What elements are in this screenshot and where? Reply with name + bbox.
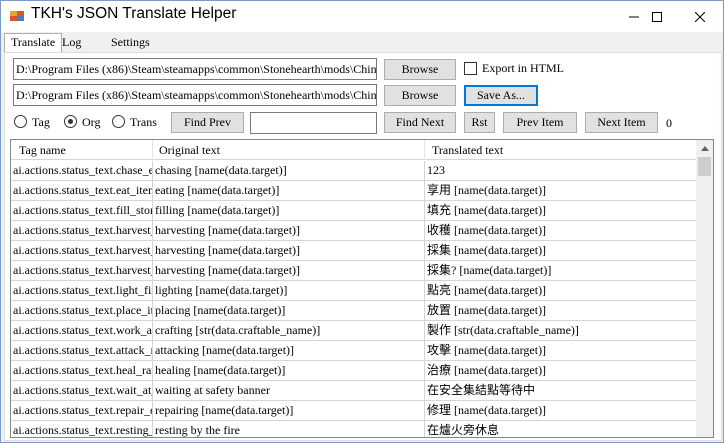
table-row[interactable]: ai.actions.status_text.eat_item eating [n…: [11, 181, 697, 201]
cell-tag-name[interactable]: ai.actions.status_text.chase_en: [11, 161, 153, 181]
search-input[interactable]: [250, 112, 377, 134]
close-button[interactable]: [677, 1, 723, 32]
cell-translated-text[interactable]: 123: [425, 161, 697, 181]
cell-tag-name[interactable]: ai.actions.status_text.resting_b: [11, 421, 153, 437]
grid-header: Tag name Original text Translated text: [11, 140, 697, 160]
cell-original-text[interactable]: harvesting [name(data.target)]: [153, 261, 425, 281]
tab-settings[interactable]: Settings: [105, 34, 156, 52]
cell-translated-text[interactable]: 採集 [name(data.target)]: [425, 241, 697, 261]
cell-original-text[interactable]: resting by the fire: [153, 421, 425, 437]
translation-grid[interactable]: Tag name Original text Translated text a…: [10, 139, 714, 438]
cell-translated-text[interactable]: 在爐火旁休息: [425, 421, 697, 437]
table-row[interactable]: ai.actions.status_text.harvest_r harvesti…: [11, 241, 697, 261]
cell-tag-name[interactable]: ai.actions.status_text.work_at_: [11, 321, 153, 341]
cell-tag-name[interactable]: ai.actions.status_text.light_fire: [11, 281, 153, 301]
cell-tag-name[interactable]: ai.actions.status_text.harvest_r: [11, 261, 153, 281]
prev-item-button[interactable]: Prev Item: [503, 112, 577, 133]
title-bar[interactable]: TKH's JSON Translate Helper: [1, 1, 723, 32]
cell-tag-name[interactable]: ai.actions.status_text.attack_m: [11, 341, 153, 361]
chevron-up-icon: [700, 146, 709, 151]
maximize-icon: [652, 11, 662, 22]
cell-original-text[interactable]: waiting at safety banner: [153, 381, 425, 401]
cell-original-text[interactable]: harvesting [name(data.target)]: [153, 241, 425, 261]
window-title: TKH's JSON Translate Helper: [31, 5, 237, 22]
cell-tag-name[interactable]: ai.actions.status_text.harvest_r: [11, 241, 153, 261]
cell-translated-text[interactable]: 治療 [name(data.target)]: [425, 361, 697, 381]
cell-original-text[interactable]: attacking [name(data.target)]: [153, 341, 425, 361]
find-next-button[interactable]: Find Next: [384, 112, 456, 133]
table-row[interactable]: ai.actions.status_text.work_at_ crafting …: [11, 321, 697, 341]
cell-original-text[interactable]: chasing [name(data.target)]: [153, 161, 425, 181]
table-row[interactable]: ai.actions.status_text.heal_ran healing […: [11, 361, 697, 381]
cell-original-text[interactable]: harvesting [name(data.target)]: [153, 221, 425, 241]
browse-target-button[interactable]: Browse: [384, 85, 456, 106]
cell-translated-text[interactable]: 享用 [name(data.target)]: [425, 181, 697, 201]
radio-org[interactable]: [64, 115, 77, 128]
cell-original-text[interactable]: filling [name(data.target)]: [153, 201, 425, 221]
column-header-translated[interactable]: Translated text: [425, 140, 697, 160]
find-prev-button[interactable]: Find Prev: [171, 112, 244, 133]
source-path-field[interactable]: D:\Program Files (x86)\Steam\steamapps\c…: [13, 58, 377, 80]
maximize-button[interactable]: [634, 1, 680, 32]
table-row[interactable]: ai.actions.status_text.light_fire lightin…: [11, 281, 697, 301]
cell-translated-text[interactable]: 填充 [name(data.target)]: [425, 201, 697, 221]
tab-log[interactable]: Log: [56, 34, 87, 52]
column-header-original[interactable]: Original text: [153, 140, 425, 160]
cell-original-text[interactable]: crafting [str(data.craftable_name)]: [153, 321, 425, 341]
cell-tag-name[interactable]: ai.actions.status_text.eat_item: [11, 181, 153, 201]
table-row[interactable]: ai.actions.status_text.chase_en chasing […: [11, 161, 697, 181]
cell-tag-name[interactable]: ai.actions.status_text.fill_stora: [11, 201, 153, 221]
table-row[interactable]: ai.actions.status_text.repair_en repairin…: [11, 401, 697, 421]
scroll-up-button[interactable]: [696, 140, 713, 157]
tab-translate[interactable]: Translate: [4, 33, 63, 53]
table-row[interactable]: ai.actions.status_text.fill_stora filling…: [11, 201, 697, 221]
cell-translated-text[interactable]: 採集? [name(data.target)]: [425, 261, 697, 281]
table-row[interactable]: ai.actions.status_text.place_ite placing …: [11, 301, 697, 321]
cell-original-text[interactable]: lighting [name(data.target)]: [153, 281, 425, 301]
radio-trans-label: Trans: [130, 115, 157, 129]
cell-original-text[interactable]: repairing [name(data.target)]: [153, 401, 425, 421]
browse-source-button[interactable]: Browse: [384, 59, 456, 80]
cell-tag-name[interactable]: ai.actions.status_text.place_ite: [11, 301, 153, 321]
table-row[interactable]: ai.actions.status_text.attack_m attacking…: [11, 341, 697, 361]
table-row[interactable]: ai.actions.status_text.harvest_r harvesti…: [11, 261, 697, 281]
cell-tag-name[interactable]: ai.actions.status_text.harvest_c: [11, 221, 153, 241]
column-header-tag[interactable]: Tag name: [11, 140, 153, 160]
cell-translated-text[interactable]: 修理 [name(data.target)]: [425, 401, 697, 421]
match-count: 0: [666, 116, 672, 130]
cell-tag-name[interactable]: ai.actions.status_text.wait_at_s: [11, 381, 153, 401]
table-row[interactable]: ai.actions.status_text.resting_b resting …: [11, 421, 697, 437]
cell-translated-text[interactable]: 在安全集結點等待中: [425, 381, 697, 401]
cell-translated-text[interactable]: 放置 [name(data.target)]: [425, 301, 697, 321]
cell-tag-name[interactable]: ai.actions.status_text.repair_en: [11, 401, 153, 421]
radio-tag[interactable]: [14, 115, 27, 128]
cell-translated-text[interactable]: 攻擊 [name(data.target)]: [425, 341, 697, 361]
cell-translated-text[interactable]: 製作 [str(data.craftable_name)]: [425, 321, 697, 341]
cell-translated-text[interactable]: 收穫 [name(data.target)]: [425, 221, 697, 241]
export-html-checkbox[interactable]: [464, 62, 477, 75]
radio-org-label: Org: [82, 115, 101, 129]
scroll-thumb[interactable]: [698, 157, 711, 176]
reset-button[interactable]: Rst: [464, 112, 495, 133]
target-path-field[interactable]: D:\Program Files (x86)\Steam\steamapps\c…: [13, 84, 377, 106]
cell-original-text[interactable]: placing [name(data.target)]: [153, 301, 425, 321]
save-as-button[interactable]: Save As...: [464, 85, 538, 106]
app-icon: [10, 11, 24, 21]
export-html-label: Export in HTML: [482, 61, 564, 75]
cell-original-text[interactable]: healing [name(data.target)]: [153, 361, 425, 381]
close-icon: [695, 11, 705, 22]
main-window: TKH's JSON Translate Helper Translate Lo…: [0, 0, 724, 443]
radio-trans[interactable]: [112, 115, 125, 128]
cell-translated-text[interactable]: 點亮 [name(data.target)]: [425, 281, 697, 301]
next-item-button[interactable]: Next Item: [585, 112, 658, 133]
table-row[interactable]: ai.actions.status_text.wait_at_s waiting …: [11, 381, 697, 401]
table-row[interactable]: ai.actions.status_text.harvest_c harvesti…: [11, 221, 697, 241]
cell-tag-name[interactable]: ai.actions.status_text.heal_ran: [11, 361, 153, 381]
cell-original-text[interactable]: eating [name(data.target)]: [153, 181, 425, 201]
radio-tag-label: Tag: [32, 115, 50, 129]
vertical-scrollbar[interactable]: [696, 140, 713, 437]
